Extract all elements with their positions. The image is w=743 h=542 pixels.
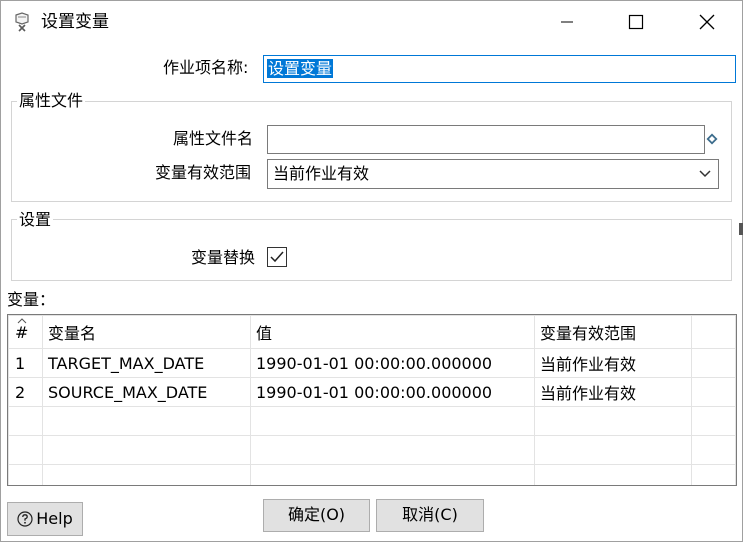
empty-cell[interactable] <box>42 435 251 465</box>
empty-cell[interactable] <box>250 406 535 436</box>
variable-scope-cell[interactable]: 当前作业有效 <box>534 377 692 407</box>
variables-label: 变量： <box>7 290 56 309</box>
row-number: 2 <box>8 377 43 407</box>
variable-value-cell[interactable]: 1990-01-01 00:00:00.000000 <box>250 348 535 378</box>
table-row-empty[interactable] <box>8 435 736 465</box>
empty-cell <box>691 377 736 407</box>
empty-cell[interactable] <box>42 406 251 436</box>
properties-file-input[interactable] <box>267 125 705 154</box>
empty-cell <box>691 464 736 485</box>
column-header-value[interactable]: 值 <box>250 315 535 349</box>
minimize-icon <box>561 21 573 23</box>
empty-cell[interactable] <box>534 435 692 465</box>
table-row-empty[interactable] <box>8 406 736 436</box>
empty-cell[interactable] <box>42 464 251 485</box>
properties-group-title: 属性文件 <box>17 91 86 111</box>
empty-cell <box>691 435 736 465</box>
column-header-name[interactable]: 变量名 <box>42 315 251 349</box>
variable-replace-label: 变量替换 <box>191 248 256 267</box>
variables-table[interactable]: # 变量名 值 变量有效范围 1 TARGET_MAX_DATE 1990-01… <box>7 314 737 486</box>
minimize-button[interactable] <box>544 1 590 43</box>
variable-name-cell[interactable]: TARGET_MAX_DATE <box>42 348 251 378</box>
maximize-button[interactable] <box>613 1 659 43</box>
settings-group-title: 设置 <box>17 210 54 230</box>
variable-diamond-icon[interactable] <box>706 133 718 145</box>
job-name-value: 设置变量 <box>267 59 334 78</box>
checkmark-icon <box>270 251 284 263</box>
scope-select[interactable]: 当前作业有效 <box>267 159 719 189</box>
variable-replace-checkbox[interactable] <box>267 247 287 267</box>
app-icon <box>15 12 29 32</box>
empty-cell[interactable] <box>534 406 692 436</box>
table-row[interactable]: 2 SOURCE_MAX_DATE 1990-01-01 00:00:00.00… <box>8 377 736 407</box>
row-number: 1 <box>8 348 43 378</box>
column-num-label: # <box>15 322 29 342</box>
settings-group <box>11 219 732 281</box>
window-title: 设置变量 <box>41 12 109 32</box>
column-header-num[interactable]: # <box>8 315 43 349</box>
maximize-icon <box>628 14 644 30</box>
help-button[interactable]: Help <box>7 502 83 536</box>
help-button-label: Help <box>36 509 73 528</box>
empty-cell <box>8 406 43 436</box>
cancel-button[interactable]: 取消(C) <box>376 499 484 532</box>
sort-arrow-icon <box>17 318 27 324</box>
variable-name-cell[interactable]: SOURCE_MAX_DATE <box>42 377 251 407</box>
ok-button[interactable]: 确定(O) <box>263 499 370 532</box>
empty-cell <box>8 435 43 465</box>
variable-scope-cell[interactable]: 当前作业有效 <box>534 348 692 378</box>
empty-cell[interactable] <box>250 435 535 465</box>
scope-label: 变量有效范围 <box>155 163 252 182</box>
close-icon <box>699 14 715 30</box>
empty-cell <box>691 406 736 436</box>
set-variables-dialog: 设置变量 作业项名称: 设置变量 属性文件 属性文件名 变量有效范围 当前作业有… <box>0 0 743 542</box>
help-icon <box>17 511 33 527</box>
column-header-scope[interactable]: 变量有效范围 <box>534 315 692 349</box>
close-button[interactable] <box>684 1 730 43</box>
table-header-row: # 变量名 值 变量有效范围 <box>8 315 736 349</box>
job-name-label: 作业项名称: <box>163 58 249 77</box>
job-name-input[interactable]: 设置变量 <box>263 55 736 83</box>
table-row-empty[interactable] <box>8 464 736 485</box>
title-bar: 设置变量 <box>1 1 742 43</box>
chevron-down-icon[interactable] <box>692 160 718 188</box>
empty-cell[interactable] <box>250 464 535 485</box>
column-header-extra <box>691 315 736 349</box>
scroll-edge-marker <box>739 223 743 235</box>
empty-cell <box>8 464 43 485</box>
empty-cell <box>691 348 736 378</box>
table-row[interactable]: 1 TARGET_MAX_DATE 1990-01-01 00:00:00.00… <box>8 348 736 378</box>
scope-select-value: 当前作业有效 <box>273 164 370 183</box>
properties-file-label: 属性文件名 <box>173 129 254 148</box>
variable-value-cell[interactable]: 1990-01-01 00:00:00.000000 <box>250 377 535 407</box>
empty-cell[interactable] <box>534 464 692 485</box>
